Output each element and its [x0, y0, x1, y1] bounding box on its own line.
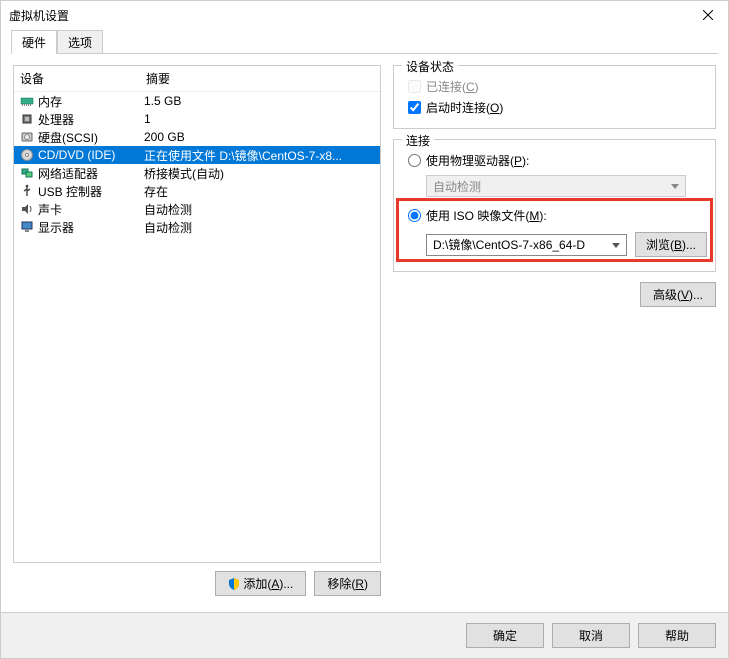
connect-on-start-row[interactable]: 启动时连接(O)	[402, 97, 707, 118]
table-row[interactable]: USB 控制器存在	[14, 182, 380, 200]
device-name: 硬盘(SCSI)	[36, 129, 144, 146]
sound-icon	[18, 201, 36, 217]
device-summary: 自动检测	[144, 219, 380, 236]
remove-button[interactable]: 移除(R)	[314, 571, 381, 596]
add-label: 添加(A)...	[243, 575, 293, 592]
device-summary: 1.5 GB	[144, 94, 380, 108]
browse-label: 浏览(B)...	[646, 238, 696, 252]
remove-label: 移除(R)	[327, 575, 368, 592]
tab-options[interactable]: 选项	[57, 30, 103, 54]
net-icon	[18, 165, 36, 181]
device-summary: 1	[144, 112, 380, 126]
auto-detect-label: 自动检测	[433, 178, 481, 195]
device-name: 声卡	[36, 201, 144, 218]
browse-button[interactable]: 浏览(B)...	[635, 232, 707, 257]
connected-checkbox-row: 已连接(C)	[402, 76, 707, 97]
connected-label: 已连接(C)	[426, 78, 479, 95]
device-name: 显示器	[36, 219, 144, 236]
device-summary: 桥接模式(自动)	[144, 165, 380, 182]
device-name: 处理器	[36, 111, 144, 128]
advanced-button[interactable]: 高级(V)...	[640, 282, 716, 307]
table-row[interactable]: CD/DVD (IDE)正在使用文件 D:\镜像\CentOS-7-x8...	[14, 146, 380, 164]
connect-on-start-checkbox[interactable]	[408, 101, 421, 114]
help-button[interactable]: 帮助	[638, 623, 716, 648]
disk-icon	[18, 129, 36, 145]
shield-icon	[228, 578, 240, 590]
physical-drive-radio[interactable]	[408, 154, 421, 167]
device-summary: 正在使用文件 D:\镜像\CentOS-7-x8...	[144, 147, 380, 164]
window-title: 虚拟机设置	[9, 7, 69, 24]
usb-icon	[18, 183, 36, 199]
col-header-device[interactable]: 设备	[14, 66, 140, 91]
close-button[interactable]	[688, 1, 728, 29]
cpu-icon	[18, 111, 36, 127]
connect-on-start-label: 启动时连接(O)	[426, 99, 503, 116]
display-icon	[18, 219, 36, 235]
use-iso-row[interactable]: 使用 ISO 映像文件(M):	[402, 205, 707, 226]
device-summary: 存在	[144, 183, 380, 200]
table-row[interactable]: 网络适配器桥接模式(自动)	[14, 164, 380, 182]
ok-button[interactable]: 确定	[466, 623, 544, 648]
table-row[interactable]: 硬盘(SCSI)200 GB	[14, 128, 380, 146]
device-name: 内存	[36, 93, 144, 110]
connection-group: 连接 使用物理驱动器(P): 自动检测 使用 ISO 映像文件(M): D:\镜…	[393, 139, 716, 272]
advanced-label: 高级(V)...	[653, 286, 703, 303]
cd-icon	[18, 147, 36, 163]
device-name: USB 控制器	[36, 183, 144, 200]
tab-hardware[interactable]: 硬件	[11, 30, 57, 54]
physical-drive-label: 使用物理驱动器(P):	[426, 152, 529, 169]
iso-path-value: D:\镜像\CentOS-7-x86_64-D	[433, 236, 585, 253]
device-name: 网络适配器	[36, 165, 144, 182]
connection-legend: 连接	[402, 132, 434, 149]
cancel-button[interactable]: 取消	[552, 623, 630, 648]
add-button[interactable]: 添加(A)...	[215, 571, 306, 596]
device-status-legend: 设备状态	[402, 58, 458, 75]
memory-icon	[18, 93, 36, 109]
table-row[interactable]: 内存1.5 GB	[14, 92, 380, 110]
device-summary: 自动检测	[144, 201, 380, 218]
table-row[interactable]: 处理器1	[14, 110, 380, 128]
device-status-group: 设备状态 已连接(C) 启动时连接(O)	[393, 65, 716, 129]
col-header-summary[interactable]: 摘要	[140, 66, 380, 91]
device-table: 设备 摘要 内存1.5 GB处理器1硬盘(SCSI)200 GBCD/DVD (…	[13, 65, 381, 563]
connected-checkbox	[408, 80, 421, 93]
physical-drive-row[interactable]: 使用物理驱动器(P):	[402, 150, 707, 171]
tab-divider	[11, 53, 718, 54]
table-row[interactable]: 声卡自动检测	[14, 200, 380, 218]
physical-drive-select: 自动检测	[426, 175, 686, 197]
device-name: CD/DVD (IDE)	[36, 148, 144, 162]
use-iso-radio[interactable]	[408, 209, 421, 222]
device-summary: 200 GB	[144, 130, 380, 144]
table-row[interactable]: 显示器自动检测	[14, 218, 380, 236]
iso-path-select[interactable]: D:\镜像\CentOS-7-x86_64-D	[426, 234, 627, 256]
table-header: 设备 摘要	[14, 66, 380, 92]
use-iso-label: 使用 ISO 映像文件(M):	[426, 207, 547, 224]
